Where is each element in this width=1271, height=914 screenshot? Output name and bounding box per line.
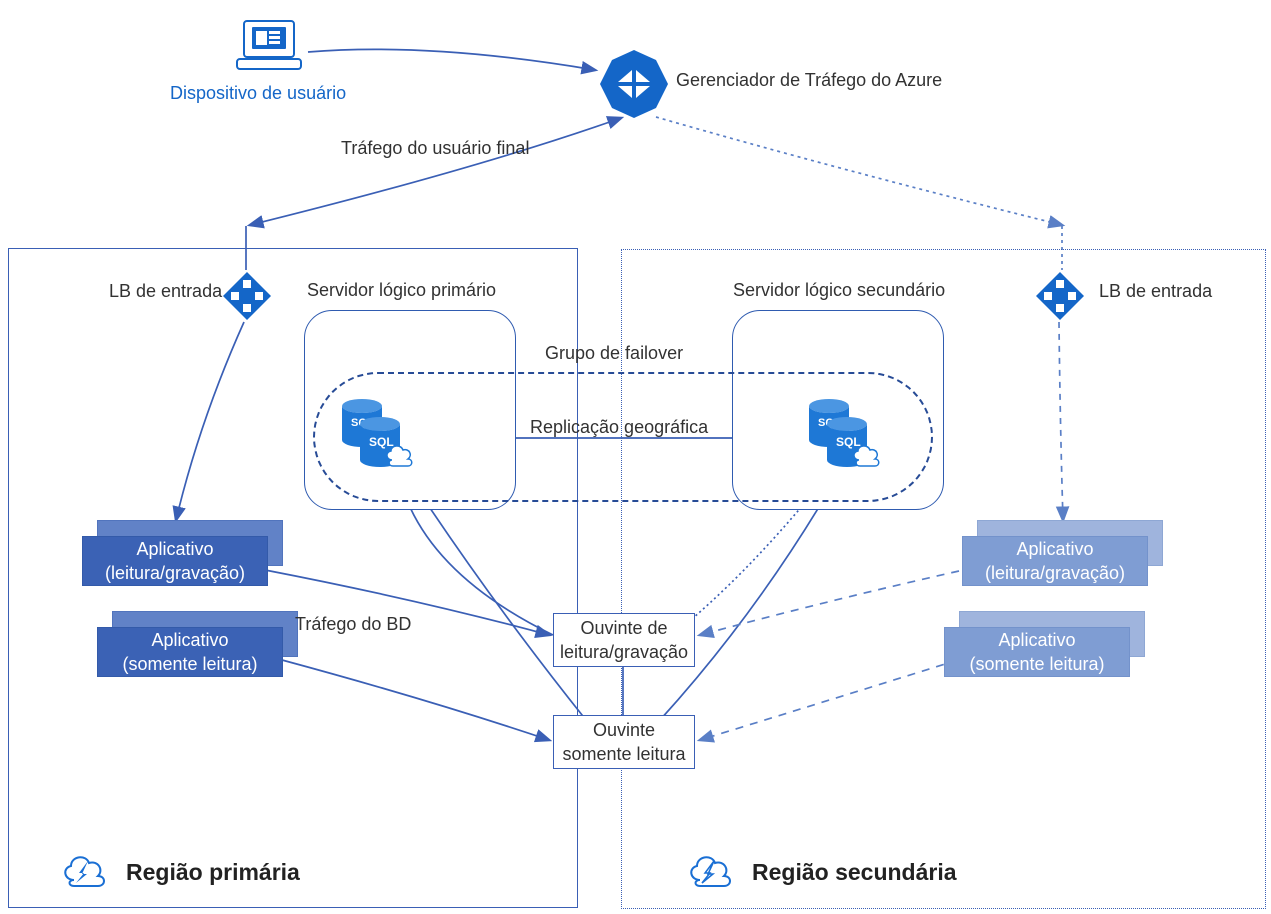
traffic-manager-icon	[598, 48, 670, 125]
listener-ro-line2: somente leitura	[562, 742, 685, 766]
load-balancer-icon	[221, 270, 273, 327]
secondary-region-title: Região secundária	[752, 859, 957, 886]
traffic-manager-label: Gerenciador de Tráfego do Azure	[676, 70, 942, 91]
listener-ro-line1: Ouvinte	[593, 718, 655, 742]
secondary-server-label: Servidor lógico secundário	[733, 280, 945, 301]
secondary-app-rw-line2: (leitura/gravação)	[985, 561, 1125, 585]
primary-app-ro-line1: Aplicativo	[151, 628, 228, 652]
failover-group-label: Grupo de failover	[545, 343, 683, 364]
primary-lb-label: LB de entrada	[109, 281, 222, 302]
primary-region-title: Região primária	[126, 859, 300, 886]
geo-replication-label: Replicação geográfica	[530, 417, 708, 438]
end-user-traffic-label: Tráfego do usuário final	[341, 138, 529, 159]
secondary-app-rw: Aplicativo (leitura/gravação)	[962, 536, 1148, 586]
secondary-app-ro-line2: (somente leitura)	[969, 652, 1104, 676]
arrow-tm-to-secondary	[656, 117, 1062, 225]
load-balancer-icon	[1034, 270, 1086, 327]
laptop-icon	[234, 15, 304, 78]
secondary-app-ro-line1: Aplicativo	[998, 628, 1075, 652]
db-traffic-label: Tráfego do BD	[295, 614, 411, 635]
listener-rw-line1: Ouvinte de	[580, 616, 667, 640]
arrow-tm-to-primary	[250, 118, 621, 225]
secondary-app-ro: Aplicativo (somente leitura)	[944, 627, 1130, 677]
svg-text:SQL: SQL	[369, 435, 394, 449]
secondary-app-rw-line1: Aplicativo	[1016, 537, 1093, 561]
primary-server-label: Servidor lógico primário	[307, 280, 496, 301]
primary-app-rw-line1: Aplicativo	[136, 537, 213, 561]
sql-database-icon: SQL SQL	[803, 398, 887, 483]
arrow-user-to-tm	[308, 49, 595, 70]
primary-app-ro: Aplicativo (somente leitura)	[97, 627, 283, 677]
secondary-lb-label: LB de entrada	[1099, 281, 1212, 302]
listener-rw-box: Ouvinte de leitura/gravação	[553, 613, 695, 667]
region-cloud-icon	[58, 850, 112, 894]
primary-app-rw-line2: (leitura/gravação)	[105, 561, 245, 585]
primary-app-ro-line2: (somente leitura)	[122, 652, 257, 676]
primary-region-title-row: Região primária	[58, 850, 300, 894]
listener-ro-box: Ouvinte somente leitura	[553, 715, 695, 769]
svg-text:SQL: SQL	[836, 435, 861, 449]
primary-app-rw: Aplicativo (leitura/gravação)	[82, 536, 268, 586]
region-cloud-icon	[684, 850, 738, 894]
user-device-label: Dispositivo de usuário	[170, 83, 346, 104]
sql-database-icon: SQL SQL	[336, 398, 420, 483]
secondary-region-title-row: Região secundária	[684, 850, 957, 894]
listener-rw-line2: leitura/gravação	[560, 640, 688, 664]
